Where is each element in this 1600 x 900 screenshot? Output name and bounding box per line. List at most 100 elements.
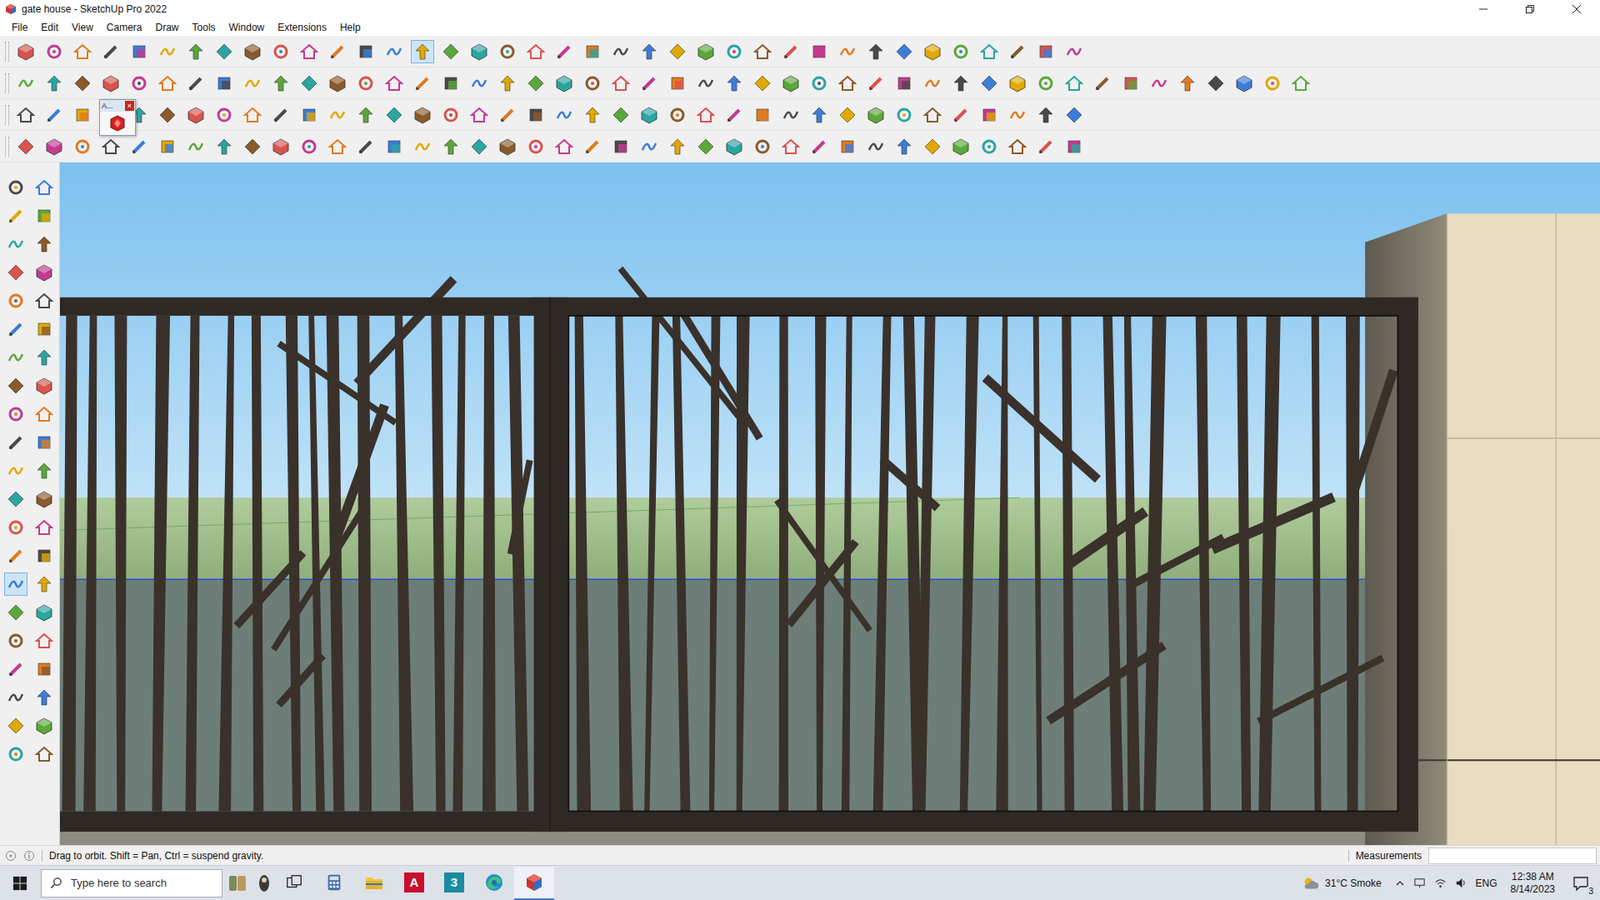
tool-button[interactable] [4, 629, 28, 653]
tool-button[interactable] [32, 175, 56, 200]
tool-button[interactable] [410, 40, 435, 64]
tool-button[interactable] [580, 71, 605, 95]
monitor-icon[interactable] [1413, 876, 1426, 890]
tool-button[interactable] [42, 135, 66, 159]
tool-button[interactable] [439, 71, 463, 95]
tool-button[interactable] [32, 317, 56, 341]
tool-button[interactable] [240, 71, 265, 95]
taskbar-app[interactable] [474, 866, 515, 900]
tool-button[interactable] [637, 103, 661, 127]
tool-button[interactable] [524, 103, 548, 127]
tool-button[interactable] [99, 40, 123, 64]
tool-button[interactable] [127, 135, 151, 159]
chevron-up-icon[interactable] [1395, 878, 1405, 889]
tool-button[interactable] [1062, 135, 1086, 159]
tool-button[interactable] [722, 103, 746, 127]
tool-button[interactable] [1034, 103, 1058, 127]
tool-button[interactable] [32, 430, 56, 455]
tool-button[interactable] [212, 71, 236, 95]
start-button[interactable] [0, 866, 40, 900]
tool-button[interactable] [1062, 103, 1086, 127]
tool-button[interactable] [1260, 71, 1285, 95]
tool-button[interactable] [325, 40, 350, 64]
tool-button[interactable] [4, 685, 28, 710]
tool-button[interactable] [4, 175, 28, 200]
tool-button[interactable] [32, 204, 56, 228]
tool-button[interactable] [1034, 135, 1058, 159]
menu-item[interactable]: Camera [100, 20, 150, 35]
tool-button[interactable] [42, 103, 66, 127]
tool-button[interactable] [410, 103, 435, 127]
tool-button[interactable] [410, 135, 435, 159]
minimize-button[interactable] [1460, 0, 1507, 19]
tool-button[interactable] [4, 317, 28, 341]
tool-button[interactable] [665, 103, 690, 127]
tool-button[interactable] [750, 40, 775, 64]
tool-button[interactable] [439, 135, 463, 159]
tool-button[interactable] [892, 71, 916, 95]
toolbar-grip[interactable] [5, 41, 10, 62]
tool-button[interactable] [892, 40, 916, 64]
tool-button[interactable] [864, 71, 888, 95]
tool-button[interactable] [665, 71, 690, 95]
geo-location-icon[interactable] [5, 850, 17, 862]
tool-button[interactable] [779, 40, 803, 64]
tool-button[interactable] [184, 40, 208, 64]
tool-button[interactable] [127, 40, 151, 64]
tool-button[interactable] [354, 135, 378, 159]
model-viewport[interactable] [60, 162, 1600, 845]
tool-button[interactable] [1090, 71, 1115, 95]
tool-button[interactable] [32, 459, 56, 483]
tool-button[interactable] [184, 71, 208, 95]
menu-item[interactable]: Extensions [270, 20, 334, 35]
tool-button[interactable] [32, 685, 56, 710]
ruby-icon[interactable] [108, 114, 127, 133]
tool-button[interactable] [609, 103, 633, 127]
tool-button[interactable] [694, 103, 718, 127]
tool-button[interactable] [325, 103, 350, 127]
tool-button[interactable] [240, 40, 265, 64]
tool-button[interactable] [1147, 71, 1171, 95]
volume-icon[interactable] [1455, 876, 1468, 890]
tool-button[interactable] [4, 374, 28, 398]
floating-toolbar[interactable]: A...× [99, 99, 136, 136]
tool-button[interactable] [32, 260, 56, 285]
tool-button[interactable] [835, 103, 860, 127]
tool-button[interactable] [524, 71, 548, 95]
tool-button[interactable] [32, 544, 56, 568]
tool-button[interactable] [4, 544, 28, 568]
tool-button[interactable] [325, 135, 350, 159]
tool-button[interactable] [637, 135, 661, 159]
tool-button[interactable] [32, 374, 56, 398]
tool-button[interactable] [4, 600, 28, 625]
tool-button[interactable] [269, 103, 293, 127]
toolbar-grip[interactable] [5, 73, 10, 94]
tool-button[interactable] [297, 103, 321, 127]
tool-button[interactable] [467, 40, 491, 64]
toolbar-grip[interactable] [5, 136, 10, 157]
tool-button[interactable] [835, 71, 860, 95]
tool-button[interactable] [1062, 71, 1086, 95]
tool-button[interactable] [155, 103, 180, 127]
tool-button[interactable] [32, 742, 56, 766]
tool-button[interactable] [722, 40, 746, 64]
tool-button[interactable] [694, 71, 718, 95]
tool-button[interactable] [32, 572, 56, 596]
tool-button[interactable] [155, 40, 180, 64]
tool-button[interactable] [99, 71, 123, 95]
tool-button[interactable] [382, 71, 406, 95]
tool-button[interactable] [495, 40, 520, 64]
tool-button[interactable] [439, 103, 463, 127]
tool-button[interactable] [864, 40, 888, 64]
tool-button[interactable] [779, 103, 803, 127]
tool-button[interactable] [99, 135, 123, 159]
toolbar-grip[interactable] [5, 105, 10, 125]
tool-button[interactable] [382, 103, 406, 127]
tool-button[interactable] [70, 40, 95, 64]
tool-button[interactable] [1062, 40, 1086, 64]
tool-button[interactable] [240, 135, 265, 159]
tool-button[interactable] [354, 71, 378, 95]
tool-button[interactable] [892, 103, 916, 127]
tool-button[interactable] [1034, 40, 1058, 64]
menu-item[interactable]: Help [333, 20, 368, 35]
